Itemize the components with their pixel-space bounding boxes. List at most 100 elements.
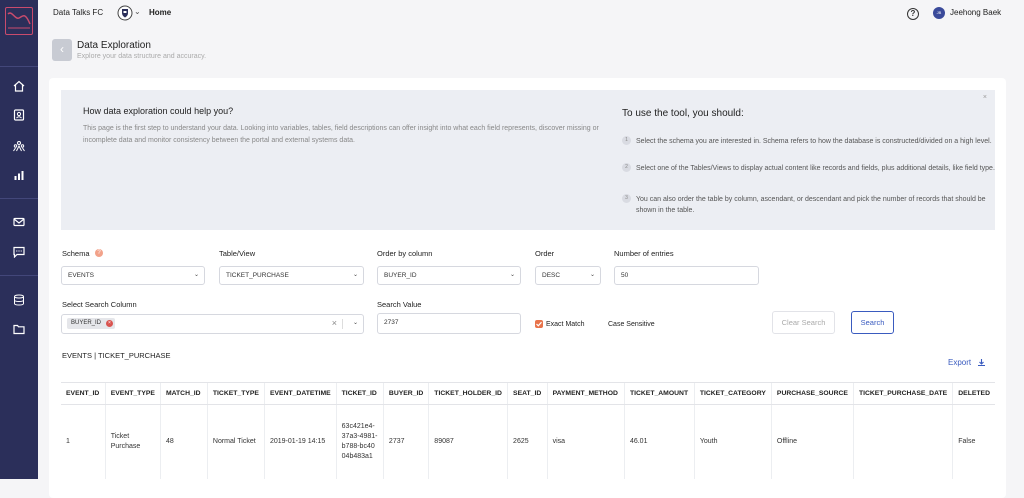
- entries-value: 50: [621, 272, 629, 279]
- column-header[interactable]: BUYER_ID: [382, 382, 429, 405]
- table-view-value: TICKET_PURCHASE: [226, 272, 289, 279]
- exact-match-label: Exact Match: [546, 321, 585, 328]
- export-label: Export: [948, 358, 972, 367]
- info-icon[interactable]: ?: [95, 249, 103, 257]
- search-column-label: Select Search Column: [62, 300, 137, 309]
- profile-card-icon[interactable]: [11, 107, 27, 123]
- download-icon[interactable]: [977, 358, 986, 369]
- column-header[interactable]: EVENT_DATETIME: [263, 382, 337, 405]
- order-value: DESC: [542, 272, 561, 279]
- column-header[interactable]: TICKET_AMOUNT: [623, 382, 695, 405]
- chat-icon[interactable]: [11, 244, 27, 260]
- step-number: 3: [622, 194, 631, 203]
- column-header[interactable]: DELETED: [952, 382, 995, 405]
- bar-chart-icon[interactable]: [11, 167, 27, 183]
- entries-input[interactable]: 50: [614, 266, 759, 285]
- chevron-down-icon: ⌄: [509, 272, 515, 278]
- help-icon[interactable]: ?: [907, 8, 919, 20]
- page-subtitle: Explore your data structure and accuracy…: [77, 53, 207, 60]
- order-column-value: BUYER_ID: [384, 272, 417, 279]
- table-cell: 63c421e4-37a3-4981-b788-bc4004b483a1: [335, 404, 384, 479]
- close-icon[interactable]: ×: [983, 94, 987, 101]
- search-column-select[interactable]: BUYER_ID × × ⌄: [61, 314, 364, 334]
- step-number: 2: [622, 163, 631, 172]
- case-sensitive-checkbox[interactable]: [597, 320, 605, 328]
- column-header[interactable]: EVENT_ID: [61, 382, 106, 405]
- chevron-down-icon: ⌄: [589, 272, 595, 278]
- sidebar-divider: [0, 66, 38, 67]
- database-icon[interactable]: [11, 292, 27, 308]
- schema-label: Schema: [62, 249, 90, 258]
- search-value: 2737: [384, 319, 399, 326]
- column-header[interactable]: TICKET_HOLDER_ID: [428, 382, 508, 405]
- chevron-down-icon: ⌄: [352, 272, 358, 278]
- step-text: You can also order the table by column, …: [636, 196, 986, 214]
- table-header-row: EVENT_ID EVENT_TYPE MATCH_ID TICKET_TYPE…: [61, 382, 995, 405]
- column-header[interactable]: EVENT_TYPE: [104, 382, 161, 405]
- column-header[interactable]: SEAT_ID: [507, 382, 548, 405]
- column-header[interactable]: TICKET_TYPE: [206, 382, 265, 405]
- table-cell: 2019-01-19 14:15: [263, 404, 337, 479]
- tag-label: BUYER_ID: [71, 320, 102, 326]
- table-cell: 48: [159, 404, 208, 479]
- sidebar-divider: [0, 275, 38, 276]
- table-row: 1 Ticket Purchase 48 Normal Ticket 2019-…: [61, 404, 995, 479]
- export-button[interactable]: Export: [948, 358, 971, 367]
- data-table: EVENT_ID EVENT_TYPE MATCH_ID TICKET_TYPE…: [61, 382, 995, 479]
- column-header[interactable]: TICKET_ID: [335, 382, 384, 405]
- org-name[interactable]: Data Talks FC: [53, 8, 103, 17]
- divider: [342, 319, 343, 329]
- column-header[interactable]: TICKET_PURCHASE_DATE: [852, 382, 953, 405]
- club-crest-icon[interactable]: [117, 5, 133, 21]
- exact-match-checkbox[interactable]: [535, 320, 543, 328]
- step-text: Select the schema you are interested in.…: [636, 138, 992, 145]
- column-header[interactable]: TICKET_CATEGORY: [693, 382, 772, 405]
- chevron-down-icon[interactable]: ⌄: [353, 315, 358, 332]
- entries-label: Number of entries: [614, 249, 674, 258]
- schema-value: EVENTS: [68, 272, 95, 279]
- table-cell: 46.01: [623, 404, 695, 479]
- table-view-select[interactable]: TICKET_PURCHASE ⌄: [219, 266, 364, 285]
- order-label: Order: [535, 249, 555, 258]
- search-value-input[interactable]: 2737: [377, 313, 521, 334]
- breadcrumb-home[interactable]: Home: [149, 8, 171, 17]
- home-icon[interactable]: [11, 78, 27, 94]
- info-panel: How data exploration could help you? Thi…: [61, 90, 995, 230]
- search-value-label: Search Value: [377, 300, 422, 309]
- case-sensitive-label: Case Sensitive: [608, 321, 655, 328]
- user-name[interactable]: Jeehong Baek: [950, 8, 1001, 17]
- table-cell: Ticket Purchase: [104, 404, 161, 479]
- table-cell: False: [952, 404, 995, 479]
- result-table-name: EVENTS | TICKET_PURCHASE: [62, 351, 171, 360]
- table-cell: 2625: [507, 404, 548, 479]
- order-select[interactable]: DESC ⌄: [535, 266, 601, 285]
- column-header[interactable]: MATCH_ID: [159, 382, 208, 405]
- back-button[interactable]: ‹: [52, 39, 72, 61]
- top-bar: Data Talks FC ⌄ Home ? JB Jeehong Baek: [38, 0, 1024, 28]
- remove-tag-icon[interactable]: ×: [106, 320, 114, 327]
- table-cell: [852, 404, 953, 479]
- table-cell: 2737: [382, 404, 429, 479]
- clear-icon[interactable]: ×: [332, 315, 337, 332]
- schema-select[interactable]: EVENTS ⌄: [61, 266, 205, 285]
- table-cell: visa: [546, 404, 625, 479]
- search-button[interactable]: Search: [851, 311, 894, 334]
- search-column-tag[interactable]: BUYER_ID ×: [67, 318, 116, 329]
- page-title: Data Exploration: [77, 40, 151, 51]
- folder-icon[interactable]: [11, 321, 27, 337]
- table-cell: 1: [66, 437, 70, 445]
- column-header[interactable]: PURCHASE_SOURCE: [770, 382, 854, 405]
- sidebar-divider: [0, 198, 38, 199]
- step-text: Select one of the Tables/Views to displa…: [636, 165, 995, 172]
- order-column-label: Order by column: [377, 249, 433, 258]
- order-column-select[interactable]: BUYER_ID ⌄: [377, 266, 521, 285]
- clear-search-button[interactable]: Clear Search: [772, 311, 835, 334]
- avatar[interactable]: JB: [933, 7, 945, 19]
- info-text: This page is the first step to understan…: [83, 125, 599, 144]
- team-icon[interactable]: [11, 138, 27, 154]
- org-chevron-down-icon[interactable]: ⌄: [134, 7, 141, 16]
- chevron-down-icon: ⌄: [193, 272, 199, 278]
- app-logo[interactable]: [5, 7, 33, 35]
- mail-icon[interactable]: [11, 214, 27, 230]
- column-header[interactable]: PAYMENT_METHOD: [546, 382, 625, 405]
